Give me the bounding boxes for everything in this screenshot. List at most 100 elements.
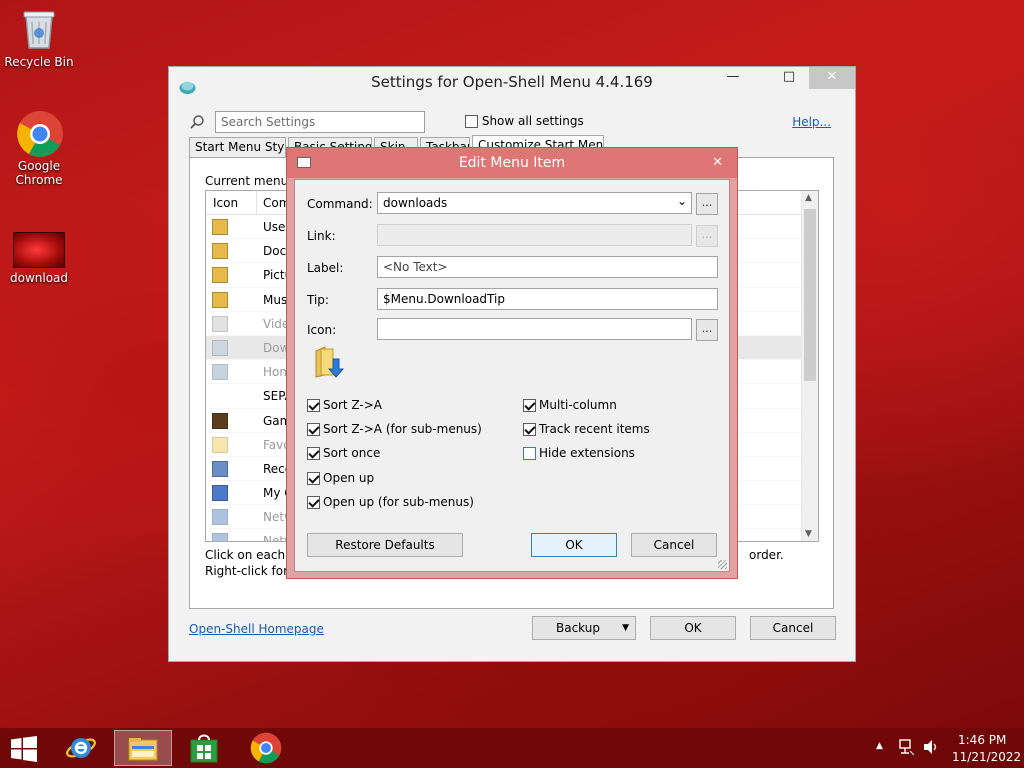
help-link[interactable]: Help... bbox=[792, 115, 831, 129]
show-all-settings-checkbox[interactable]: Show all settings bbox=[465, 114, 584, 128]
tab-start-menu-style[interactable]: Start Menu Style bbox=[189, 137, 286, 157]
left-checkbox-4[interactable]: Open up (for sub-menus) bbox=[307, 495, 474, 509]
internet-explorer-icon bbox=[66, 738, 96, 758]
column-header-icon[interactable]: Icon bbox=[213, 196, 238, 210]
store-icon bbox=[190, 734, 218, 763]
checkbox-box[interactable] bbox=[307, 423, 320, 437]
checkbox-box[interactable] bbox=[307, 399, 320, 412]
right-checkbox-0[interactable]: Multi-column bbox=[523, 398, 617, 412]
close-button[interactable]: ✕ bbox=[809, 67, 855, 89]
menu-item-icon bbox=[212, 412, 228, 429]
backup-button[interactable]: Backup ▼ bbox=[532, 616, 636, 640]
dialog-app-icon bbox=[297, 157, 311, 168]
checkbox-box[interactable] bbox=[307, 471, 320, 485]
taskbar-store[interactable] bbox=[176, 730, 232, 766]
volume-icon[interactable] bbox=[922, 738, 940, 759]
desktop-icon-recycle-bin[interactable]: Recycle Bin bbox=[1, 6, 77, 69]
icon-browse-button[interactable]: ... bbox=[696, 319, 718, 341]
checkbox-box[interactable] bbox=[523, 399, 536, 412]
menu-item-icon bbox=[212, 315, 228, 332]
scroll-down-arrow[interactable]: ▼ bbox=[805, 529, 812, 539]
checkbox-label: Sort Z->A (for sub-menus) bbox=[323, 422, 482, 437]
tip-field[interactable]: $Menu.DownloadTip bbox=[377, 288, 718, 310]
icon-field[interactable] bbox=[377, 318, 692, 340]
open-shell-shell-icon bbox=[179, 74, 196, 104]
cancel-button[interactable]: Cancel bbox=[750, 616, 836, 640]
menu-item-icon bbox=[212, 291, 228, 308]
maximize-button[interactable]: □ bbox=[773, 67, 805, 89]
scroll-up-arrow[interactable]: ▲ bbox=[805, 193, 812, 203]
taskbar-chrome[interactable] bbox=[238, 730, 294, 766]
menu-item-icon bbox=[212, 460, 228, 477]
dialog-ok-button[interactable]: OK bbox=[531, 533, 617, 557]
dialog-cancel-button[interactable]: Cancel bbox=[631, 533, 717, 557]
checkbox-label: Sort Z->A bbox=[323, 398, 383, 412]
label-label: Label: bbox=[307, 261, 344, 275]
checkbox-label: Sort once bbox=[323, 446, 381, 461]
checkbox-box[interactable] bbox=[307, 447, 320, 461]
start-icon bbox=[11, 736, 37, 762]
left-checkbox-2[interactable]: Sort once bbox=[307, 446, 381, 461]
resize-grip-icon[interactable] bbox=[718, 560, 727, 569]
open-shell-homepage-link[interactable]: Open-Shell Homepage bbox=[189, 622, 324, 636]
minimize-button[interactable]: — bbox=[717, 67, 749, 89]
command-combobox[interactable]: downloads ⌄ bbox=[377, 192, 692, 214]
icon-label: Icon: bbox=[307, 323, 337, 337]
checkbox-box[interactable] bbox=[307, 495, 320, 509]
right-checkbox-2[interactable]: Hide extensions bbox=[523, 446, 635, 461]
edit-menu-item-dialog: Edit Menu Item ✕ Command: downloads ⌄ ..… bbox=[286, 147, 738, 579]
menu-item-icon bbox=[212, 364, 228, 381]
checkbox-box[interactable] bbox=[465, 115, 478, 128]
clock-time[interactable]: 1:46 PM bbox=[958, 733, 1006, 747]
chevron-down-icon[interactable]: ⌄ bbox=[677, 194, 687, 208]
menu-item-icon bbox=[212, 436, 228, 453]
search-row: Search Settings Show all settings Help..… bbox=[187, 111, 837, 133]
backup-button-label: Backup bbox=[556, 621, 600, 635]
left-checkbox-1[interactable]: Sort Z->A (for sub-menus) bbox=[307, 422, 482, 437]
menu-item-icon bbox=[212, 485, 228, 502]
show-all-settings-label: Show all settings bbox=[481, 114, 584, 128]
chrome-icon bbox=[250, 732, 282, 764]
checkbox-label: Open up bbox=[323, 470, 375, 485]
link-field[interactable] bbox=[377, 224, 692, 246]
taskbar: ▲ 1:46 PM 11/21/2022 bbox=[0, 728, 1024, 768]
dialog-close-icon[interactable]: ✕ bbox=[712, 148, 723, 178]
start-button[interactable] bbox=[0, 730, 56, 766]
chrome-icon bbox=[16, 110, 63, 157]
left-checkbox-0[interactable]: Sort Z->A bbox=[307, 398, 382, 412]
taskbar-file-explorer[interactable] bbox=[114, 730, 172, 766]
desktop-icon-label: download bbox=[9, 271, 69, 285]
taskbar-internet-explorer[interactable] bbox=[53, 730, 109, 766]
menu-item-icon bbox=[212, 509, 228, 526]
ok-button[interactable]: OK bbox=[650, 616, 736, 640]
window-titlebar: Settings for Open-Shell Menu 4.4.169 — □… bbox=[169, 67, 855, 97]
menu-item-icon bbox=[212, 533, 228, 541]
link-browse-button[interactable]: ... bbox=[696, 225, 718, 247]
search-input[interactable]: Search Settings bbox=[215, 111, 425, 133]
checkbox-label: Open up (for sub-menus) bbox=[323, 494, 474, 509]
dialog-body: Command: downloads ⌄ ... Link: ... Label… bbox=[294, 179, 730, 572]
scroll-thumb[interactable] bbox=[804, 209, 816, 381]
link-label: Link: bbox=[307, 229, 336, 243]
label-field[interactable]: <No Text> bbox=[377, 256, 718, 278]
menu-item-icon bbox=[212, 339, 228, 356]
recycle-bin-icon bbox=[16, 6, 62, 52]
list-scrollbar[interactable]: ▲ ▼ bbox=[801, 191, 818, 541]
checkbox-label: Hide extensions bbox=[539, 446, 635, 461]
checkbox-box[interactable] bbox=[523, 447, 536, 461]
menu-item-icon bbox=[212, 267, 228, 284]
window-title: Settings for Open-Shell Menu 4.4.169 bbox=[371, 73, 653, 91]
show-hidden-icons-chevron-up-icon[interactable]: ▲ bbox=[876, 741, 883, 751]
restore-defaults-button[interactable]: Restore Defaults bbox=[307, 533, 463, 557]
clock-date[interactable]: 11/21/2022 bbox=[952, 750, 1021, 764]
checkbox-label: Track recent items bbox=[539, 422, 650, 437]
desktop-icon-google-chrome[interactable]: Google Chrome bbox=[1, 110, 77, 187]
command-browse-button[interactable]: ... bbox=[696, 193, 718, 215]
checkbox-box[interactable] bbox=[523, 423, 536, 437]
desktop-icon-download[interactable]: download bbox=[1, 228, 77, 285]
network-icon[interactable] bbox=[898, 738, 915, 759]
right-checkbox-1[interactable]: Track recent items bbox=[523, 422, 650, 437]
left-checkbox-3[interactable]: Open up bbox=[307, 471, 374, 485]
file-explorer-icon bbox=[128, 738, 158, 761]
menu-item-icon bbox=[212, 219, 228, 235]
